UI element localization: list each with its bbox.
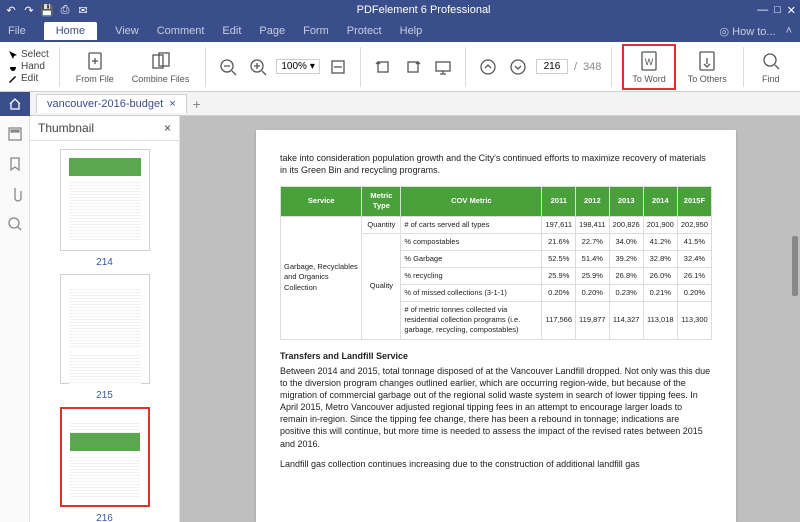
titlebar: ↶ ↷ 💾 ⎙ ✉ PDFelement 6 Professional — □ … — [0, 0, 800, 20]
thumbnail-title: Thumbnail — [38, 121, 94, 135]
menu-file[interactable]: File — [8, 25, 26, 37]
thumbnails-icon[interactable] — [7, 126, 23, 142]
thumb-label: 216 — [96, 513, 113, 522]
ribbon: Select Hand Edit From File Combine Files… — [0, 42, 800, 92]
minimize-icon[interactable]: — — [757, 4, 768, 17]
document-viewport[interactable]: take into consideration population growt… — [180, 116, 800, 522]
menu-protect[interactable]: Protect — [347, 25, 382, 37]
rotate-left-icon[interactable] — [371, 55, 395, 79]
zoom-level[interactable]: 100% ▾ — [276, 59, 320, 74]
page-total: 348 — [583, 61, 601, 73]
intro-text: take into consideration population growt… — [280, 152, 712, 176]
rotate-right-icon[interactable] — [401, 55, 425, 79]
thumbnail-214[interactable] — [60, 149, 150, 251]
print-icon[interactable]: ⎙ — [58, 3, 72, 17]
attachment-icon[interactable] — [7, 186, 23, 202]
page-sep: / — [574, 61, 577, 73]
scrollbar[interactable] — [792, 236, 798, 296]
mail-icon[interactable]: ✉ — [76, 3, 90, 17]
page-current[interactable]: 216 — [536, 59, 568, 74]
page-down-icon[interactable] — [506, 55, 530, 79]
thumbnail-panel: Thumbnail × 214 215 216 — [30, 116, 180, 522]
sidebar-icons — [0, 116, 30, 522]
presentation-icon[interactable] — [431, 55, 455, 79]
maximize-icon[interactable]: □ — [774, 4, 781, 17]
thumb-label: 215 — [96, 390, 113, 401]
menu-form[interactable]: Form — [303, 25, 329, 37]
collapse-ribbon-icon[interactable]: ˄ — [786, 25, 792, 37]
hand-tool[interactable]: Hand — [8, 61, 49, 72]
select-tool[interactable]: Select — [8, 49, 49, 60]
menu-edit[interactable]: Edit — [222, 25, 241, 37]
page-up-icon[interactable] — [476, 55, 500, 79]
section-heading: Transfers and Landfill Service — [280, 350, 712, 362]
fit-width-icon[interactable] — [326, 55, 350, 79]
menubar: File Home View Comment Edit Page Form Pr… — [0, 20, 800, 42]
body-text: Between 2014 and 2015, total tonnage dis… — [280, 365, 712, 450]
close-icon[interactable]: ✕ — [787, 4, 796, 17]
close-tab-icon[interactable]: × — [169, 98, 175, 110]
menu-comment[interactable]: Comment — [157, 25, 205, 37]
body-text: Landfill gas collection continues increa… — [280, 458, 712, 470]
redo-icon[interactable]: ↷ — [22, 3, 36, 17]
bookmark-icon[interactable] — [7, 156, 23, 172]
find-button[interactable]: Find — [754, 48, 788, 86]
add-tab-icon[interactable]: + — [193, 96, 201, 112]
document-tab[interactable]: vancouver-2016-budget× — [36, 94, 187, 113]
to-word-button[interactable]: WTo Word — [626, 48, 671, 86]
pdf-page: take into consideration population growt… — [256, 130, 736, 522]
close-panel-icon[interactable]: × — [164, 121, 171, 135]
tabbar: vancouver-2016-budget× + — [0, 92, 800, 116]
combine-files-button[interactable]: Combine Files — [126, 48, 196, 86]
to-others-button[interactable]: To Others — [682, 48, 733, 86]
menu-help[interactable]: Help — [400, 25, 423, 37]
metrics-table: ServiceMetric TypeCOV Metric201120122013… — [280, 186, 712, 339]
howto-link[interactable]: ◎ How to... — [720, 25, 776, 38]
edit-tool[interactable]: Edit — [8, 73, 49, 84]
chevron-down-icon: ▾ — [310, 61, 315, 72]
undo-icon[interactable]: ↶ — [4, 3, 18, 17]
from-file-button[interactable]: From File — [70, 48, 120, 86]
search-icon[interactable] — [7, 216, 23, 232]
thumbnail-215[interactable] — [60, 274, 150, 384]
zoom-in-icon[interactable] — [246, 55, 270, 79]
home-tab-icon[interactable] — [0, 92, 30, 116]
thumb-label: 214 — [96, 257, 113, 268]
menu-page[interactable]: Page — [259, 25, 285, 37]
menu-view[interactable]: View — [115, 25, 139, 37]
app-title: PDFelement 6 Professional — [90, 4, 757, 16]
menu-home[interactable]: Home — [44, 22, 97, 40]
svg-text:W: W — [645, 57, 654, 67]
save-icon[interactable]: 💾 — [40, 3, 54, 17]
zoom-out-icon[interactable] — [216, 55, 240, 79]
thumbnail-216[interactable] — [60, 407, 150, 507]
